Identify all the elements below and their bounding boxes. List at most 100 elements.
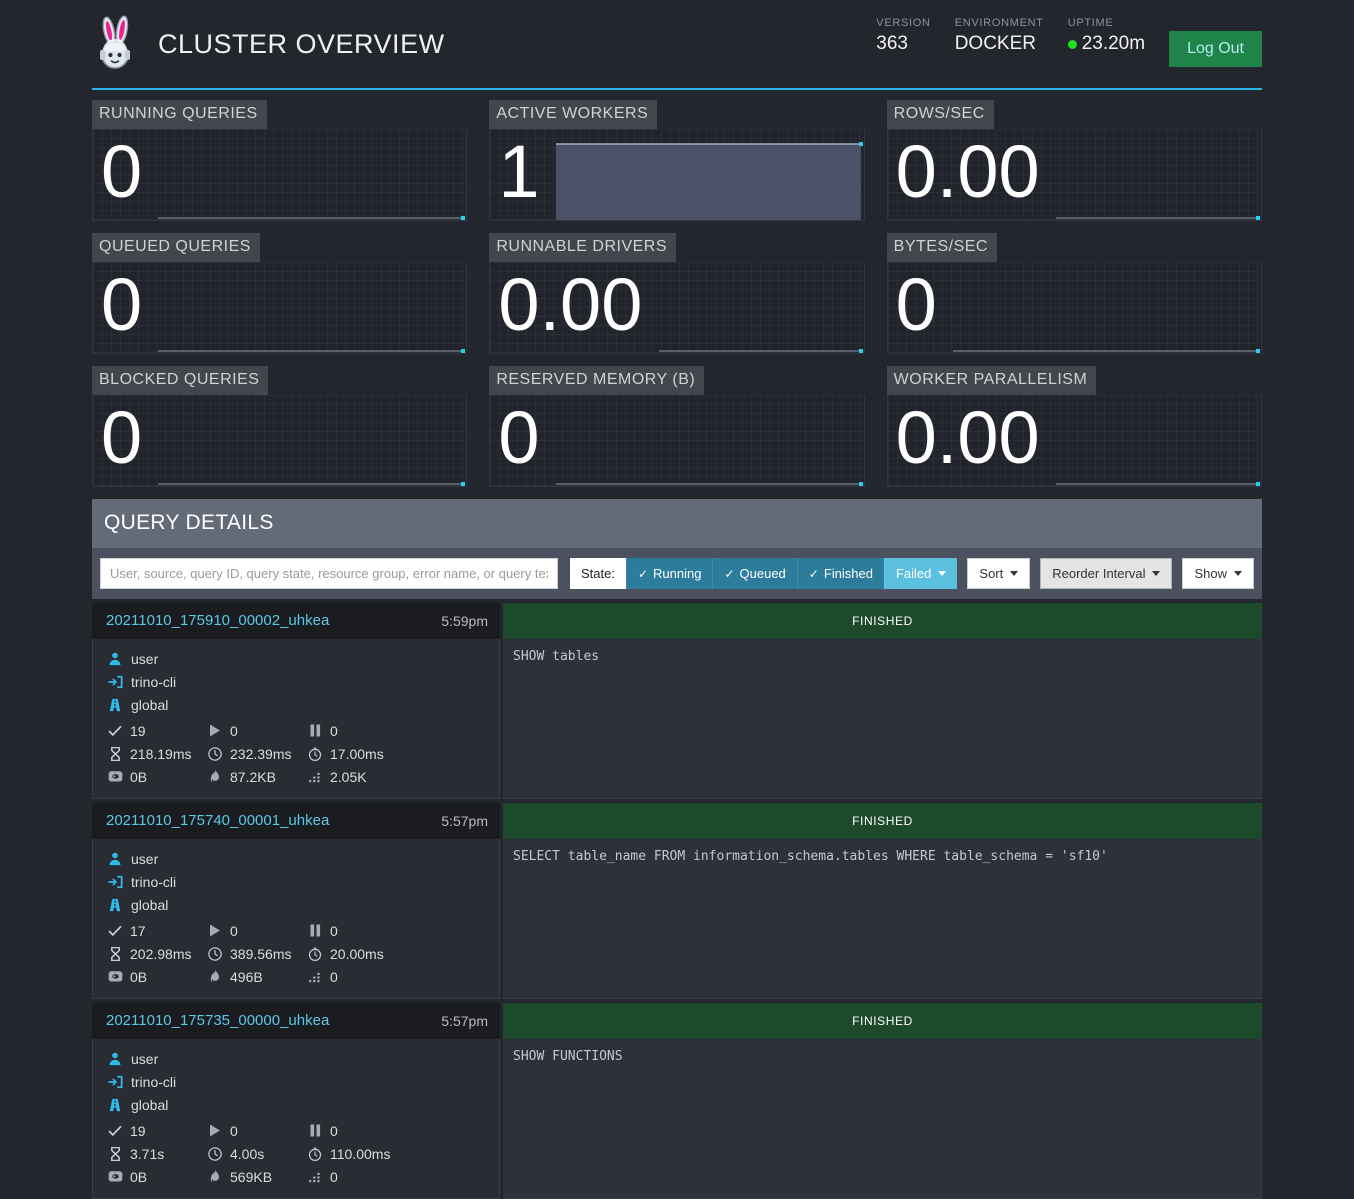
pause-icon xyxy=(307,724,323,737)
rows: 0 xyxy=(330,1169,338,1185)
clock-icon xyxy=(207,747,223,761)
sparkline-chart xyxy=(1056,407,1261,486)
query-state-badge: FINISHED xyxy=(503,803,1262,839)
filter-queued-button[interactable]: ✓ Queued xyxy=(712,558,796,589)
tile-value: 0.00 xyxy=(888,135,1040,215)
filter-label: Queued xyxy=(740,566,786,581)
tile-label: ROWS/SEC xyxy=(887,100,994,129)
user-icon xyxy=(107,652,123,666)
header-stat-environment: ENVIRONMENT DOCKER xyxy=(955,17,1044,55)
query-sql-text: SHOW FUNCTIONS xyxy=(503,1039,1262,1199)
splits-row: 19 0 0 xyxy=(107,719,487,742)
query-info-panel: user trino-cli global xyxy=(92,839,500,999)
filter-failed-dropdown[interactable]: Failed xyxy=(884,558,957,589)
tile-label: WORKER PARALLELISM xyxy=(887,366,1097,395)
sparkline-chart xyxy=(556,141,864,220)
uptime-value-wrap: 23.20m xyxy=(1068,33,1145,55)
tile-label: RUNNABLE DRIVERS xyxy=(489,233,676,262)
tile-body: 0.00 xyxy=(887,395,1262,487)
sparkline-chart xyxy=(158,274,466,353)
tile-value: 0 xyxy=(93,135,142,215)
sort-label: Sort xyxy=(979,566,1003,581)
reorder-interval-dropdown[interactable]: Reorder Interval xyxy=(1040,558,1172,589)
chevron-down-icon xyxy=(938,571,946,576)
tile-body: 0.00 xyxy=(887,129,1262,221)
version-label: VERSION xyxy=(876,17,930,29)
query-id-link[interactable]: 20211010_175910_00002_uhkea xyxy=(106,612,329,629)
query-id-cell: 20211010_175910_00002_uhkea 5:59pm xyxy=(92,603,500,639)
stats-row-2: QUEUED QUERIES 0 RUNNABLE DRIVERS 0.00 B… xyxy=(92,233,1262,354)
reorder-label: Reorder Interval xyxy=(1052,566,1145,581)
page-root: CLUSTER OVERVIEW VERSION 363 ENVIRONMENT… xyxy=(0,0,1354,1199)
query-time: 5:57pm xyxy=(441,813,488,829)
bar-chart-icon xyxy=(307,971,323,983)
uptime-label: UPTIME xyxy=(1068,17,1145,29)
memory-row: 0B 87.2KB xyxy=(107,765,487,788)
completed-splits: 19 xyxy=(130,1123,146,1139)
header-stat-uptime: UPTIME 23.20m xyxy=(1068,17,1145,55)
query-source-line: trino-cli xyxy=(107,870,487,893)
filter-running-button[interactable]: ✓ Running xyxy=(626,558,713,589)
cpu-time-cell: 20.00ms xyxy=(307,946,407,962)
query-info-panel: user trino-cli global xyxy=(92,1039,500,1199)
sort-dropdown[interactable]: Sort xyxy=(967,558,1030,589)
cumulative-memory: 496B xyxy=(230,969,263,985)
tile-label: BLOCKED QUERIES xyxy=(92,366,268,395)
logout-button[interactable]: Log Out xyxy=(1169,31,1262,67)
show-dropdown[interactable]: Show xyxy=(1182,558,1254,589)
clock-icon xyxy=(207,1147,223,1161)
total-time: 4.00s xyxy=(230,1146,264,1162)
check-icon: ✓ xyxy=(809,567,819,581)
tile-value: 0 xyxy=(888,268,937,348)
cpu-time-cell: 110.00ms xyxy=(307,1146,407,1162)
environment-value: DOCKER xyxy=(955,33,1044,55)
chevron-down-icon xyxy=(1152,571,1160,576)
stats-row-1: RUNNING QUERIES 0 ACTIVE WORKERS 1 ROWS/… xyxy=(92,100,1262,221)
tile-label: RESERVED MEMORY (B) xyxy=(489,366,704,395)
bar-chart-icon xyxy=(307,1171,323,1183)
sign-in-icon xyxy=(107,1075,123,1089)
hard-drive-icon xyxy=(107,770,123,783)
tile-reserved-memory: RESERVED MEMORY (B) 0 xyxy=(489,366,864,487)
rows-cell: 0 xyxy=(307,969,407,985)
tile-bytes-per-sec: BYTES/SEC 0 xyxy=(887,233,1262,354)
cpu-time: 110.00ms xyxy=(330,1146,390,1162)
query-stats-grid: 19 0 0 xyxy=(107,1119,487,1188)
rows: 0 xyxy=(330,969,338,985)
search-input[interactable] xyxy=(100,558,558,589)
total-time-cell: 4.00s xyxy=(207,1146,307,1162)
query-user-line: user xyxy=(107,1047,487,1070)
stopwatch-icon xyxy=(307,747,323,761)
queued-splits: 0 xyxy=(330,1123,338,1139)
completed-splits-cell: 17 xyxy=(107,923,207,939)
cluster-stats-grid: RUNNING QUERIES 0 ACTIVE WORKERS 1 ROWS/… xyxy=(92,90,1262,487)
filter-label: Failed xyxy=(896,566,931,581)
query-id-link[interactable]: 20211010_175740_00001_uhkea xyxy=(106,812,329,829)
sparkline-chart xyxy=(953,274,1261,353)
stopwatch-icon xyxy=(307,1147,323,1161)
stopwatch-icon xyxy=(307,947,323,961)
filter-label: Running xyxy=(653,566,701,581)
hourglass-icon xyxy=(107,1147,123,1161)
tile-running-queries: RUNNING QUERIES 0 xyxy=(92,100,467,221)
splits-row: 17 0 0 xyxy=(107,919,487,942)
user-icon xyxy=(107,1052,123,1066)
query-source: trino-cli xyxy=(131,1074,176,1090)
query-resource-group: global xyxy=(131,897,168,913)
filter-finished-button[interactable]: ✓ Finished xyxy=(797,558,884,589)
environment-label: ENVIRONMENT xyxy=(955,17,1044,29)
completed-splits: 17 xyxy=(130,923,146,939)
hourglass-icon xyxy=(107,747,123,761)
tile-value: 0 xyxy=(490,401,539,481)
pause-icon xyxy=(307,924,323,937)
query-id-link[interactable]: 20211010_175735_00000_uhkea xyxy=(106,1012,329,1029)
sign-in-icon xyxy=(107,675,123,689)
completed-splits: 19 xyxy=(130,723,146,739)
filter-label: Finished xyxy=(824,566,873,581)
query-row: 20211010_175735_00000_uhkea 5:57pm FINIS… xyxy=(92,1003,1262,1199)
tile-runnable-drivers: RUNNABLE DRIVERS 0.00 xyxy=(489,233,864,354)
sparkline-chart xyxy=(158,407,466,486)
check-icon xyxy=(107,725,123,737)
query-source: trino-cli xyxy=(131,674,176,690)
query-sql-text: SELECT table_name FROM information_schem… xyxy=(503,839,1262,999)
